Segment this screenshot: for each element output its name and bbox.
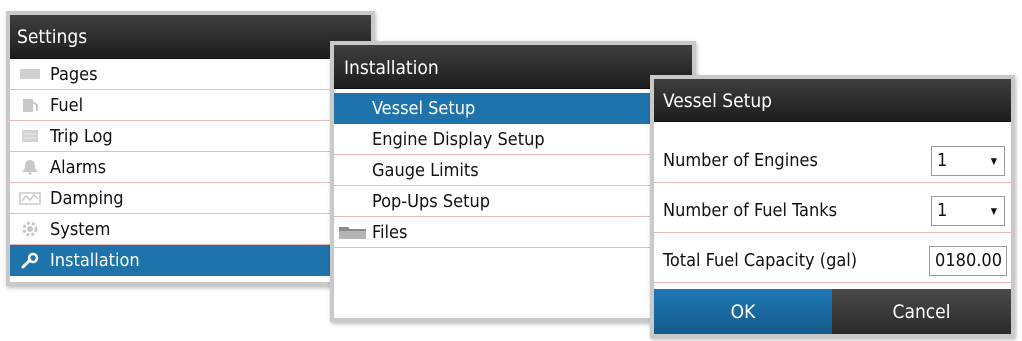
gear-icon: [18, 220, 42, 238]
installation-item-vessel-setup[interactable]: Vessel Setup: [334, 93, 692, 124]
settings-item-installation[interactable]: Installation: [10, 245, 371, 276]
trip-log-icon: [18, 127, 42, 145]
installation-item-engine-display-setup[interactable]: Engine Display Setup: [334, 124, 692, 155]
settings-item-pages[interactable]: Pages: [10, 59, 371, 90]
installation-item-label: Gauge Limits: [372, 159, 479, 181]
number-of-fuel-tanks-select[interactable]: 1 ▼: [931, 195, 1005, 226]
settings-item-label: Fuel: [50, 94, 84, 116]
number-of-engines-label: Number of Engines: [663, 150, 818, 171]
settings-item-label: Trip Log: [50, 125, 113, 147]
installation-item-pop-ups-setup[interactable]: Pop-Ups Setup: [334, 186, 692, 217]
total-fuel-capacity-input[interactable]: 0180.00: [929, 245, 1007, 276]
settings-item-label: Installation: [50, 250, 140, 271]
bell-icon: [18, 158, 42, 176]
dropdown-arrow-icon: ▼: [990, 156, 997, 167]
settings-item-label: Pages: [50, 63, 98, 85]
installation-item-gauge-limits[interactable]: Gauge Limits: [334, 155, 692, 186]
dropdown-arrow-icon: ▼: [990, 206, 997, 217]
settings-item-trip-log[interactable]: Trip Log: [10, 121, 371, 152]
settings-item-label: System: [50, 218, 111, 240]
installation-item-label: Files: [372, 221, 408, 243]
total-fuel-capacity-label: Total Fuel Capacity (gal): [663, 250, 858, 271]
settings-item-damping[interactable]: Damping: [10, 183, 371, 214]
installation-title: Installation: [334, 45, 692, 89]
number-of-engines-select[interactable]: 1 ▼: [931, 145, 1005, 176]
folder-icon: [338, 224, 368, 240]
ok-button[interactable]: OK: [654, 289, 832, 334]
wrench-icon: [18, 252, 42, 270]
settings-item-system[interactable]: System: [10, 214, 371, 245]
vessel-setup-dialog: Vessel Setup Number of Engines 1 ▼ Numbe…: [650, 75, 1015, 338]
vessel-setup-title: Vessel Setup: [654, 79, 1011, 122]
installation-item-label: Engine Display Setup: [372, 128, 545, 150]
installation-item-label: Pop-Ups Setup: [372, 190, 491, 212]
settings-title: Settings: [10, 15, 371, 59]
settings-item-label: Alarms: [50, 156, 107, 178]
total-fuel-capacity-row: Total Fuel Capacity (gal) 0180.00: [654, 239, 1011, 283]
number-of-engines-row: Number of Engines 1 ▼: [654, 139, 1011, 183]
number-of-fuel-tanks-label: Number of Fuel Tanks: [663, 200, 838, 221]
settings-item-fuel[interactable]: Fuel: [10, 90, 371, 121]
pages-icon: [18, 65, 42, 83]
installation-item-label: Vessel Setup: [372, 98, 476, 119]
settings-item-alarms[interactable]: Alarms: [10, 152, 371, 183]
cancel-button[interactable]: Cancel: [832, 289, 1011, 334]
number-of-fuel-tanks-value: 1: [937, 200, 948, 221]
settings-item-label: Damping: [50, 187, 124, 209]
fuel-pump-icon: [18, 96, 42, 114]
number-of-fuel-tanks-row: Number of Fuel Tanks 1 ▼: [654, 189, 1011, 233]
damping-icon: [18, 189, 42, 207]
installation-item-files[interactable]: Files: [334, 217, 692, 248]
settings-panel: Settings Pages Fuel Trip Log Alarms Damp…: [6, 11, 375, 286]
number-of-engines-value: 1: [937, 150, 948, 171]
installation-panel: Installation Vessel Setup Engine Display…: [330, 41, 696, 322]
